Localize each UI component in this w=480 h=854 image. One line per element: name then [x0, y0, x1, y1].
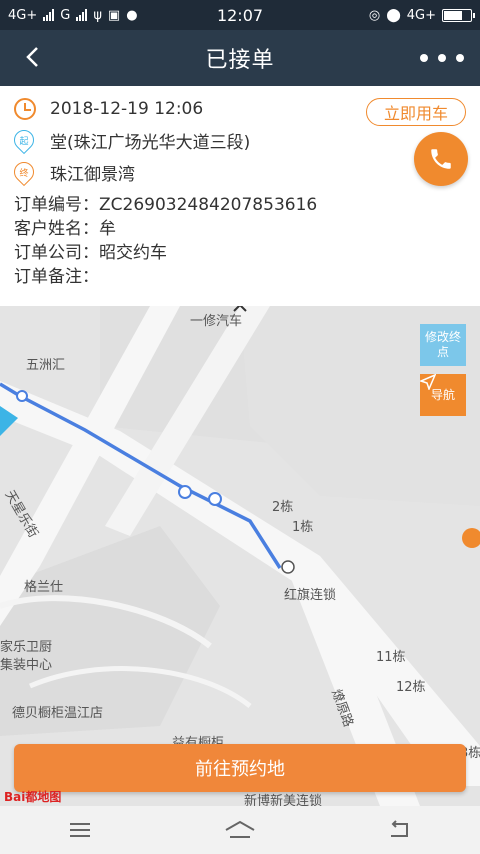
location-icon: ⬤: [386, 7, 401, 23]
battery-icon: [442, 8, 475, 22]
phone-icon: [431, 149, 451, 169]
signal-icon-2: [76, 9, 88, 21]
order-number-line: 订单编号：ZC269032484207853616: [14, 195, 318, 215]
map-label: 德贝橱柜温江店: [12, 706, 104, 721]
back-system-button[interactable]: [380, 815, 420, 845]
remark-line: 订单备注：: [14, 267, 99, 287]
go-to-pickup-button[interactable]: 前往预约地: [14, 744, 466, 792]
system-nav-bar: [0, 806, 480, 854]
map-label: 五洲汇: [26, 358, 66, 373]
menu-button[interactable]: [60, 815, 100, 845]
clock-icon: [14, 98, 36, 120]
end-pin-icon: 终: [9, 157, 39, 186]
message-icon: ●: [126, 7, 138, 23]
navigation-arrow-icon: [420, 374, 436, 390]
company-name: 昭交约车: [99, 243, 167, 263]
usb-icon: ψ: [93, 7, 102, 23]
page-title: 已接单: [205, 48, 275, 73]
order-number: ZC269032484207853616: [99, 195, 318, 215]
map-label: 11栋: [376, 650, 406, 665]
customer-line: 客户姓名：牟: [14, 219, 116, 239]
network-type-1: 4G+: [8, 7, 38, 23]
start-pin-icon: 起: [9, 125, 39, 154]
order-card: 2018-12-19 12:06 立即用车 起 堂(珠江广场光华大道三段) 终 …: [0, 86, 480, 306]
customer-name: 牟: [99, 219, 116, 239]
alarm-icon: ◎: [368, 7, 381, 23]
map-label: 格兰仕: [24, 580, 64, 595]
map-label: 1栋: [292, 520, 314, 535]
map-label: 集装中心: [0, 658, 53, 673]
map-canvas: [0, 306, 480, 806]
use-now-button[interactable]: 立即用车: [366, 98, 466, 126]
end-address: 珠江御景湾: [50, 165, 135, 185]
modify-destination-button[interactable]: 修改终点: [420, 324, 466, 366]
return-icon: [391, 820, 408, 837]
dot-icon: [456, 54, 464, 62]
order-datetime: 2018-12-19 12:06: [50, 99, 204, 119]
order-time-row: 2018-12-19 12:06: [14, 98, 203, 120]
notification-icon: ▣: [107, 7, 121, 23]
map-label: 一修汽车: [190, 314, 243, 329]
map-view[interactable]: 一修汽车 五洲汇 天星乐街 2栋 1栋 红旗连锁 格兰仕 家乐卫厨 集装中心 德…: [0, 306, 480, 806]
more-options-button[interactable]: [420, 44, 464, 72]
navigate-button[interactable]: 导航: [420, 374, 466, 416]
dot-icon: [420, 54, 428, 62]
map-label: 红旗连锁: [284, 588, 337, 603]
signal-icon: [43, 9, 55, 21]
chevron-left-icon: [26, 47, 38, 67]
home-icon: [225, 820, 255, 838]
end-address-row: 终 珠江御景湾: [9, 157, 135, 186]
call-button[interactable]: [414, 132, 468, 186]
map-label: 2栋: [272, 500, 294, 515]
baidu-logo: Bai都地图: [4, 790, 62, 804]
start-address: 堂(珠江广场光华大道三段): [50, 133, 251, 153]
home-button[interactable]: [220, 815, 260, 845]
map-label: 新博新美连锁: [244, 794, 323, 806]
nav-bar: 已接单: [0, 30, 480, 86]
menu-icon: [70, 823, 90, 837]
map-label: 12栋: [396, 680, 426, 695]
network-type-3: 4G+: [406, 7, 436, 23]
start-address-row: 起 堂(珠江广场光华大道三段): [9, 125, 251, 154]
clock: 12:07: [216, 5, 264, 25]
back-button[interactable]: [18, 42, 48, 72]
map-label: 家乐卫厨: [0, 640, 53, 655]
status-bar: 4G+ G ψ ▣ ● 12:07 ◎ ⬤ 4G+: [0, 0, 480, 30]
dot-icon: [438, 54, 446, 62]
network-type-2: G: [60, 7, 71, 23]
company-line: 订单公司：昭交约车: [14, 243, 167, 263]
